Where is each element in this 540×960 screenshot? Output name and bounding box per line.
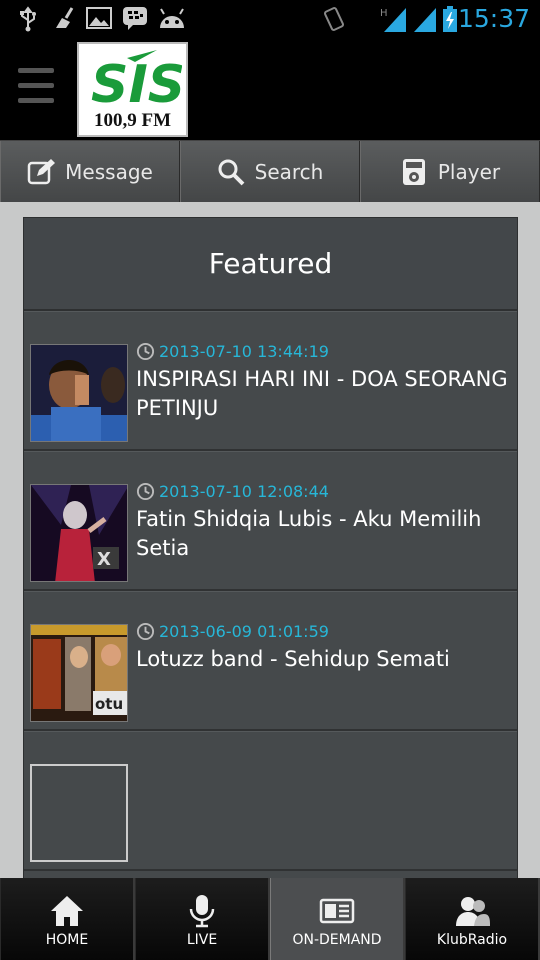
item-date: 2013-07-10 13:44:19	[159, 342, 329, 361]
nav-klubradio[interactable]: KlubRadio	[405, 878, 540, 960]
nav-home[interactable]: HOME	[0, 878, 135, 960]
item-thumbnail	[30, 344, 128, 442]
home-icon	[51, 896, 83, 926]
battery-charging-icon	[443, 6, 457, 32]
usb-icon	[20, 6, 36, 32]
newspaper-icon	[319, 898, 355, 924]
logo-frequency: 100,9 FM	[93, 110, 172, 131]
signal-icon	[414, 8, 436, 32]
item-title: Lotuzz band - Sehidup Semati	[136, 647, 450, 671]
featured-panel: Featured 2013-07-10 13:44:19 INSPIRASI H…	[23, 217, 518, 878]
nav-live[interactable]: LIVE	[135, 878, 270, 960]
vibrate-icon	[323, 7, 345, 31]
clean-icon	[56, 7, 74, 28]
clock-icon	[136, 482, 155, 501]
player-button[interactable]: Player	[360, 141, 540, 202]
svg-text:otu: otu	[95, 695, 123, 713]
image-icon	[86, 7, 112, 29]
svg-text:SIS: SIS	[91, 55, 182, 108]
content-area: Featured 2013-07-10 13:44:19 INSPIRASI H…	[0, 202, 540, 878]
list-item[interactable]: X 2013-07-10 12:08:44 Fatin Shidqia Lubi…	[24, 451, 517, 591]
player-icon	[402, 158, 425, 185]
list-item[interactable]	[24, 731, 517, 871]
search-icon	[218, 159, 245, 185]
svg-text:H: H	[380, 8, 388, 19]
nav-on-demand-label: ON-DEMAND	[292, 932, 382, 948]
item-date: 2013-07-10 12:08:44	[159, 482, 329, 501]
signal-h-icon: H	[380, 8, 406, 32]
status-bar: H 15:37	[0, 0, 540, 38]
nav-klubradio-label: KlubRadio	[436, 932, 508, 948]
item-thumbnail: otu	[30, 624, 128, 722]
item-thumbnail-placeholder	[30, 764, 128, 862]
nav-on-demand[interactable]: ON-DEMAND	[270, 878, 405, 960]
message-label: Message	[65, 159, 153, 184]
microphone-icon	[189, 895, 215, 928]
bottom-navigation: HOME LIVE ON-DEMAND KlubRadio	[0, 878, 540, 960]
action-toolbar: Message Search Player	[0, 140, 540, 202]
nav-live-label: LIVE	[186, 932, 218, 948]
station-logo: SIS 100,9 FM	[77, 42, 188, 137]
edit-icon	[27, 158, 56, 184]
sis-logo-mark: SIS	[91, 50, 182, 108]
item-date: 2013-06-09 01:01:59	[159, 622, 329, 641]
svg-text:X: X	[97, 549, 111, 570]
list-item[interactable]: otu 2013-06-09 01:01:59 Lotuzz band - Se…	[24, 591, 517, 731]
nav-home-label: HOME	[45, 932, 89, 948]
message-button[interactable]: Message	[0, 141, 180, 202]
search-label: Search	[254, 159, 324, 184]
app-header: SIS 100,9 FM	[0, 38, 540, 140]
bbm-icon	[123, 7, 147, 30]
search-button[interactable]: Search	[180, 141, 360, 202]
clock-icon	[136, 622, 155, 641]
item-thumbnail: X	[30, 484, 128, 582]
users-icon	[456, 897, 490, 926]
android-icon	[160, 8, 184, 28]
item-title: INSPIRASI HARI INI - DOA SEORANG PETINJU	[136, 367, 508, 420]
clock-icon	[136, 342, 155, 361]
featured-header: Featured	[24, 218, 517, 311]
status-clock: 15:37	[457, 4, 530, 33]
list-item[interactable]: 2013-07-10 13:44:19 INSPIRASI HARI INI -…	[24, 311, 517, 451]
player-label: Player	[437, 159, 501, 184]
item-title: Fatin Shidqia Lubis - Aku Memilih Setia	[136, 507, 482, 560]
hamburger-icon[interactable]	[18, 68, 54, 108]
